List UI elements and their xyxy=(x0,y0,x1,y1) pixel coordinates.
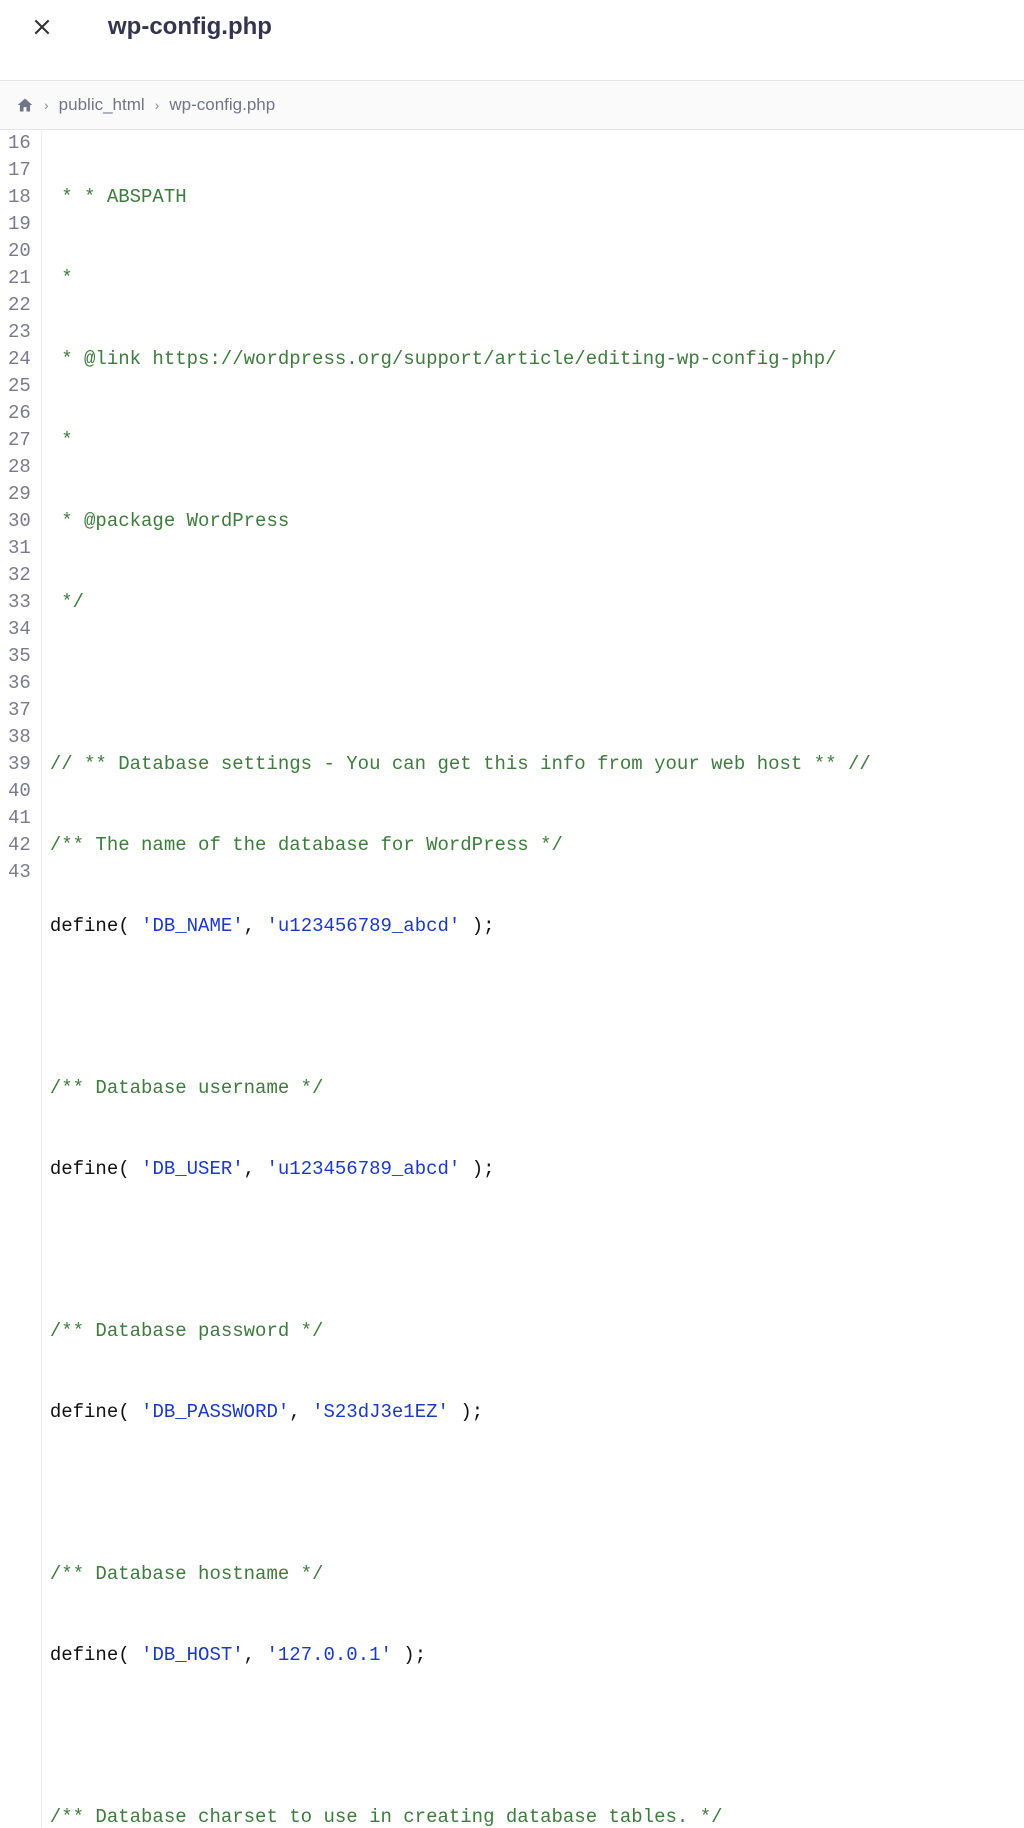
line-gutter: 1617181920212223242526272829303132333435… xyxy=(0,130,42,1828)
breadcrumb: › public_html › wp-config.php xyxy=(0,80,1024,130)
code-area[interactable]: * * ABSPATH * * @link https://wordpress.… xyxy=(42,130,1024,1828)
code-line[interactable] xyxy=(50,1480,1024,1507)
code-line[interactable]: define( 'DB_HOST', '127.0.0.1' ); xyxy=(50,1642,1024,1669)
code-line[interactable]: // ** Database settings - You can get th… xyxy=(50,751,1024,778)
code-line[interactable]: /** Database password */ xyxy=(50,1318,1024,1345)
chevron-right-icon: › xyxy=(155,97,160,113)
close-icon[interactable] xyxy=(32,17,52,37)
home-icon[interactable] xyxy=(16,97,34,113)
code-line[interactable]: /** Database hostname */ xyxy=(50,1561,1024,1588)
code-line[interactable]: /** Database charset to use in creating … xyxy=(50,1804,1024,1828)
code-line[interactable]: * @package WordPress xyxy=(50,508,1024,535)
code-editor[interactable]: 1617181920212223242526272829303132333435… xyxy=(0,130,1024,1828)
code-line[interactable] xyxy=(50,670,1024,697)
code-line[interactable] xyxy=(50,1237,1024,1264)
file-title: wp-config.php xyxy=(108,13,272,41)
code-line[interactable]: /** Database username */ xyxy=(50,1075,1024,1102)
code-line[interactable]: define( 'DB_PASSWORD', 'S23dJ3e1EZ' ); xyxy=(50,1399,1024,1426)
code-line[interactable]: */ xyxy=(50,589,1024,616)
code-line[interactable]: * * ABSPATH xyxy=(50,184,1024,211)
breadcrumb-item-folder[interactable]: public_html xyxy=(59,95,145,115)
chevron-right-icon: › xyxy=(44,97,49,113)
code-line[interactable]: * xyxy=(50,427,1024,454)
code-line[interactable]: * xyxy=(50,265,1024,292)
code-line[interactable] xyxy=(50,994,1024,1021)
code-line[interactable]: define( 'DB_USER', 'u123456789_abcd' ); xyxy=(50,1156,1024,1183)
code-line[interactable]: define( 'DB_NAME', 'u123456789_abcd' ); xyxy=(50,913,1024,940)
code-line[interactable] xyxy=(50,1723,1024,1750)
breadcrumb-item-file[interactable]: wp-config.php xyxy=(169,95,275,115)
editor-header: wp-config.php xyxy=(0,0,1024,54)
code-line[interactable]: /** The name of the database for WordPre… xyxy=(50,832,1024,859)
code-line[interactable]: * @link https://wordpress.org/support/ar… xyxy=(50,346,1024,373)
